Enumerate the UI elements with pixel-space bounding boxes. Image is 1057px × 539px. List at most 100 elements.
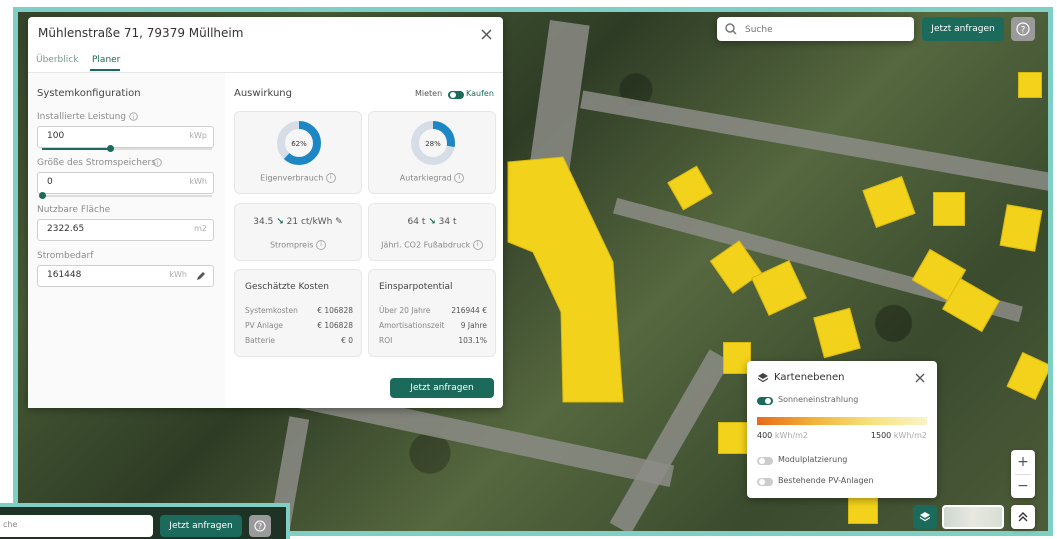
info-icon[interactable]: i (153, 158, 162, 167)
tab-overview[interactable]: Überblick (36, 55, 78, 65)
planner-panel: Mühlenstraße 71, 79379 Müllheim Überblic… (28, 17, 503, 408)
question-icon: ? (1016, 22, 1030, 36)
inset-preview: che Jetzt anfragen ? (0, 503, 290, 539)
inset-help-button[interactable]: ? (249, 515, 271, 537)
zoom-in-button[interactable]: + (1011, 450, 1035, 474)
savings-heading: Einsparpotential (379, 282, 453, 292)
installed-power-field[interactable]: 100 kWp (37, 126, 214, 148)
request-button[interactable]: Jetzt anfragen (390, 378, 494, 398)
collapse-button[interactable] (1011, 505, 1035, 529)
costs-card: Geschätzte Kosten Systemkosten € 106828 … (234, 269, 362, 357)
savings-label: ROI (379, 336, 393, 345)
building-roof (933, 192, 965, 226)
search-box[interactable] (717, 17, 914, 41)
costs-heading: Geschätzte Kosten (245, 282, 329, 292)
info-icon[interactable]: i (316, 240, 327, 250)
basemap-switcher[interactable] (942, 505, 1004, 529)
layers-button[interactable] (913, 505, 937, 529)
building-roof (862, 176, 916, 228)
co2-to: 34 t (438, 217, 457, 227)
area-field[interactable]: 2322.65 m2 (37, 219, 214, 241)
self-consumption-donut: 62% (277, 121, 321, 165)
storage-label: Größe des Stromspeichers (37, 158, 156, 168)
road (580, 90, 1048, 192)
cost-value: € 0 (341, 336, 353, 345)
pencil-icon[interactable] (196, 271, 206, 281)
price-to: 21 ct/kWh (286, 217, 333, 227)
zoom-out-button[interactable]: − (1011, 474, 1035, 498)
rent-buy-toggle[interactable] (448, 91, 464, 99)
legend-unit: kWh/m2 (774, 431, 809, 440)
building-roof (718, 422, 748, 454)
info-icon[interactable]: i (129, 112, 138, 121)
demand-unit: kWh (169, 270, 187, 279)
layer-label: Bestehende PV-Anlagen (778, 476, 874, 485)
svg-text:?: ? (1021, 26, 1026, 36)
slider-handle[interactable] (39, 192, 46, 199)
savings-card: Einsparpotential Über 20 Jahre 216944 € … (368, 269, 496, 357)
info-icon[interactable]: i (325, 173, 336, 183)
demand-value: 161448 (47, 270, 82, 280)
rent-label: Mieten (415, 89, 443, 98)
arrow-down-icon: ↘ (428, 217, 436, 227)
building-roof (667, 165, 713, 211)
close-icon[interactable] (915, 373, 925, 383)
pencil-icon[interactable]: ✎ (335, 217, 343, 227)
layers-title: Kartenebenen (774, 372, 845, 383)
layer-label: Sonneneinstrahlung (778, 395, 859, 404)
savings-label: Über 20 Jahre (379, 306, 431, 315)
savings-label: Amortisationszeit (379, 321, 445, 330)
building-roof (1018, 72, 1042, 98)
installed-power-slider[interactable] (42, 145, 212, 152)
autarky-donut: 28% (411, 121, 455, 165)
layer-toggle-irradiation[interactable] (757, 397, 773, 405)
area-unit: m2 (194, 224, 207, 233)
layer-toggle-modules[interactable] (757, 457, 773, 465)
info-icon[interactable]: i (454, 173, 465, 183)
self-consumption-caption: Eigenverbrauch (260, 173, 324, 183)
demand-field[interactable]: 161448 kWh (37, 265, 214, 287)
inset-request-button[interactable]: Jetzt anfragen (160, 515, 242, 537)
storage-value: 0 (47, 177, 53, 187)
storage-slider[interactable] (39, 192, 212, 199)
legend-min: 400 (757, 431, 773, 440)
savings-value: 9 Jahre (460, 321, 487, 330)
savings-value: 216944 € (451, 306, 487, 315)
irradiation-legend-bar (757, 417, 927, 425)
demand-label: Strombedarf (37, 251, 94, 261)
address-title: Mühlenstraße 71, 79379 Müllheim (38, 26, 244, 40)
search-input[interactable] (743, 21, 907, 39)
building-roof (1006, 352, 1048, 400)
inset-search-placeholder: che (3, 520, 18, 529)
installed-power-value: 100 (47, 131, 65, 141)
building-roof-large (507, 156, 624, 403)
config-heading: Systemkonfiguration (37, 88, 141, 99)
storage-field[interactable]: 0 kWh (37, 172, 214, 194)
building-roof (813, 307, 861, 359)
tab-underline (90, 69, 120, 71)
slider-handle[interactable] (107, 145, 114, 152)
impact-heading: Auswirkung (234, 88, 292, 99)
chevrons-up-icon (1018, 512, 1028, 522)
autarky-caption: Autarkiegrad (399, 173, 452, 183)
price-from: 34.5 (253, 217, 274, 227)
area-label: Nutzbare Fläche (37, 205, 111, 215)
installed-power-unit: kWp (189, 131, 207, 140)
close-icon[interactable] (481, 29, 492, 40)
help-button[interactable]: ? (1011, 17, 1035, 41)
autarky-card: 28% Autarkiegrad i (368, 111, 496, 194)
inset-search-box[interactable]: che (0, 515, 153, 537)
layers-icon (919, 512, 931, 522)
legend-unit: kWh/m2 (893, 431, 927, 440)
request-button[interactable]: Jetzt anfragen (922, 17, 1004, 41)
layer-toggle-existing-pv[interactable] (757, 478, 773, 486)
storage-unit: kWh (189, 177, 207, 186)
question-icon: ? (254, 520, 266, 532)
tab-planner[interactable]: Planer (92, 55, 120, 65)
layer-label: Modulplatzierung (778, 455, 848, 464)
autarky-percent: 28% (425, 140, 441, 148)
info-icon[interactable]: i (472, 240, 483, 250)
price-card: 34.5 ↘ 21 ct/kWh ✎ Strompreis i (234, 203, 362, 261)
cost-value: € 106828 (317, 306, 353, 315)
cost-value: € 106828 (317, 321, 353, 330)
